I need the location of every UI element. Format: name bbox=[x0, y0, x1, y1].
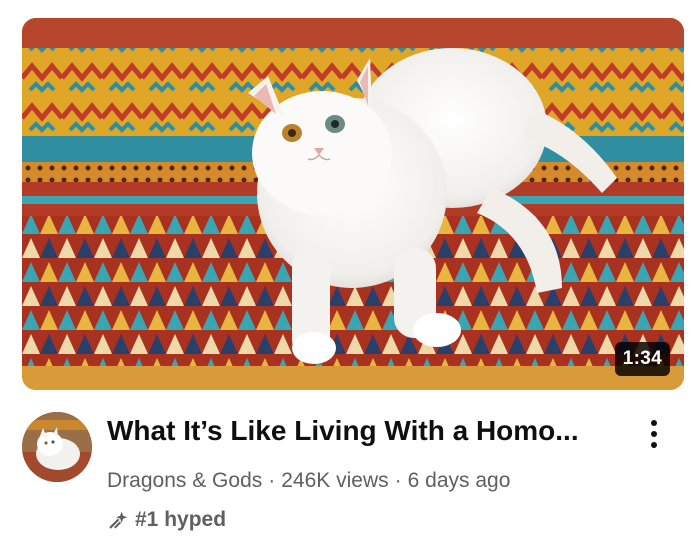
channel-name[interactable]: Dragons & Gods bbox=[107, 469, 262, 492]
meta-separator: · bbox=[394, 469, 402, 492]
avatar-image bbox=[22, 412, 92, 482]
view-count: 246K views bbox=[281, 469, 389, 492]
more-options-icon[interactable] bbox=[638, 414, 670, 454]
sparkle-arrow-icon bbox=[109, 511, 128, 529]
channel-avatar[interactable] bbox=[22, 412, 92, 482]
video-title[interactable]: What It’s Like Living With a Homo... bbox=[107, 412, 617, 450]
duration-badge: 1:34 bbox=[614, 342, 670, 376]
thumbnail-image bbox=[22, 18, 684, 390]
hype-badge: #1 hyped bbox=[107, 506, 226, 534]
upload-age: 6 days ago bbox=[407, 469, 511, 492]
kebab-dot bbox=[651, 431, 657, 437]
video-thumbnail[interactable]: 1:34 bbox=[22, 18, 684, 390]
meta-separator: · bbox=[268, 469, 276, 492]
video-card[interactable]: 1:34 What It’s Like Living With a Homo..… bbox=[0, 0, 700, 548]
kebab-dot bbox=[651, 442, 657, 448]
hype-label: #1 hyped bbox=[135, 508, 227, 531]
video-metadata: Dragons & Gods · 246K views · 6 days ago bbox=[107, 466, 510, 496]
kebab-dot bbox=[651, 420, 657, 426]
